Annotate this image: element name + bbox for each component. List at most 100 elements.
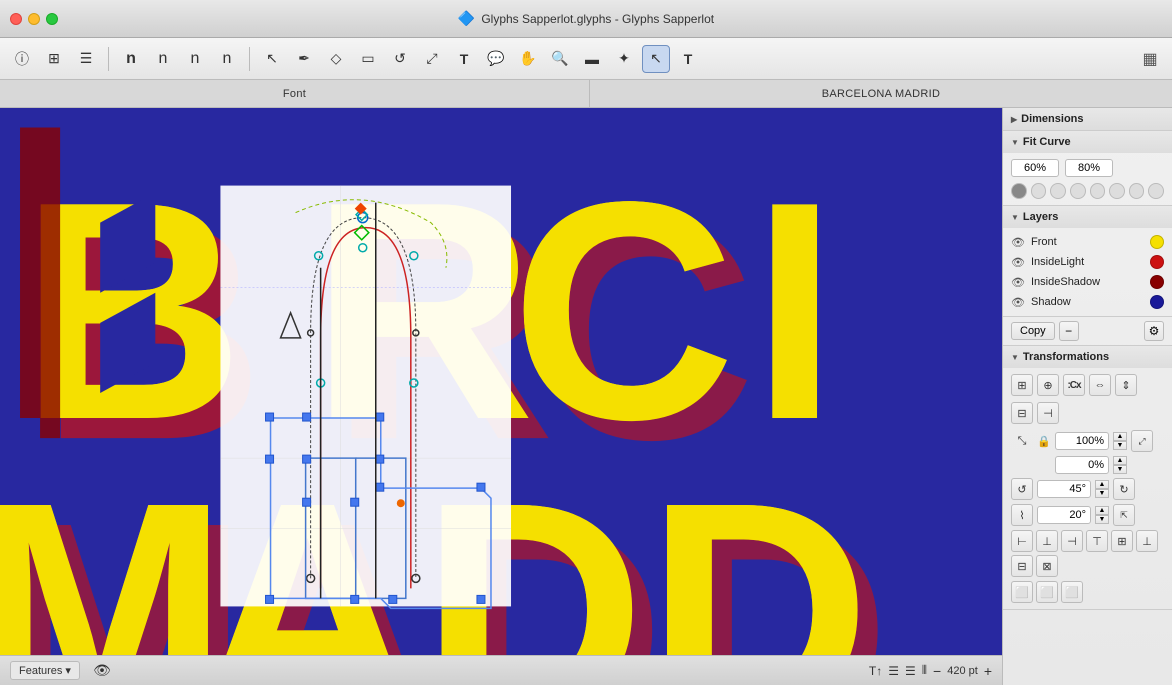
canvas-area[interactable]: B B B R R R C C C I M M M A A A D D D xyxy=(0,108,1002,685)
layers-header[interactable]: ▼ Layers xyxy=(1003,206,1172,228)
dimensions-header[interactable]: ▶ Dimensions xyxy=(1003,108,1172,130)
align-top-btn[interactable]: ⊤ xyxy=(1086,530,1108,552)
close-button[interactable] xyxy=(10,13,22,25)
lock-icon[interactable]: 🔒 xyxy=(1037,434,1051,448)
slant-icon[interactable]: ⌇ xyxy=(1011,504,1033,526)
scale-y-down[interactable]: ▼ xyxy=(1113,465,1127,474)
type-tool2[interactable]: T xyxy=(674,45,702,73)
transform-icons-row2: ⊟ ⊣ xyxy=(1011,402,1164,424)
scale-y-stepper[interactable]: ▲ ▼ xyxy=(1113,456,1127,474)
fit-curve-input2[interactable] xyxy=(1065,159,1113,177)
fit-dot-7[interactable] xyxy=(1129,183,1145,199)
fit-dot-2[interactable] xyxy=(1031,183,1047,199)
slant-input[interactable] xyxy=(1037,506,1091,524)
minus-zoom[interactable]: − xyxy=(933,663,941,679)
distribute-v-btn[interactable]: ⊠ xyxy=(1036,555,1058,577)
ruler-tool[interactable]: ▬ xyxy=(578,45,606,73)
align-bottom-btn[interactable]: ⊥ xyxy=(1136,530,1158,552)
transform-distribute-h[interactable]: ⊞ xyxy=(1011,374,1033,396)
rotate-down[interactable]: ▼ xyxy=(1095,489,1109,498)
undo-tool[interactable]: ↺ xyxy=(386,45,414,73)
rotate-up[interactable]: ▲ xyxy=(1095,480,1109,489)
rotate-cw-icon[interactable]: ↻ xyxy=(1113,478,1135,500)
info-tool[interactable]: ⓘ xyxy=(8,45,36,73)
scale-y-input[interactable] xyxy=(1055,456,1109,474)
layer-eye-insideshadow[interactable]: 👁 xyxy=(1011,275,1025,289)
copy-layer-button[interactable]: Copy xyxy=(1011,322,1055,340)
transform-distribute-v[interactable]: ⊟ xyxy=(1011,402,1033,424)
hand-tool[interactable]: ✋ xyxy=(514,45,542,73)
slant-apply-icon[interactable]: ⇱ xyxy=(1113,504,1135,526)
glyph-n1[interactable]: n xyxy=(117,45,145,73)
slant-stepper[interactable]: ▲ ▼ xyxy=(1095,506,1109,524)
transform-center[interactable]: ⊕ xyxy=(1037,374,1059,396)
fit-dot-6[interactable] xyxy=(1109,183,1125,199)
layer-insideshadow[interactable]: 👁 InsideShadow xyxy=(1003,272,1172,292)
layer-eye-front[interactable]: 👁 xyxy=(1011,235,1025,249)
select-tool[interactable]: ↖ xyxy=(258,45,286,73)
speech-tool[interactable]: 💬 xyxy=(482,45,510,73)
align-middle-btn[interactable]: ⊞ xyxy=(1111,530,1133,552)
transform-flip-v[interactable]: ⇕ xyxy=(1115,374,1137,396)
layer-eye-shadow[interactable]: 👁 xyxy=(1011,295,1025,309)
rect-tool[interactable]: ▭ xyxy=(354,45,382,73)
maximize-button[interactable] xyxy=(46,13,58,25)
glyph-n2[interactable]: n xyxy=(149,45,177,73)
layer-eye-insidelight[interactable]: 👁 xyxy=(1011,255,1025,269)
sidebar-toggle[interactable]: ▦ xyxy=(1136,45,1164,73)
fit-dot-5[interactable] xyxy=(1090,183,1106,199)
align-left-btn[interactable]: ⊢ xyxy=(1011,530,1033,552)
gear-layer-button[interactable]: ⚙ xyxy=(1144,321,1164,341)
resize-tool[interactable]: ⤢ xyxy=(418,45,446,73)
mirror-v-btn[interactable]: ⬜ xyxy=(1036,581,1058,603)
tab-font[interactable]: Font xyxy=(0,80,590,107)
scale-y-up[interactable]: ▲ xyxy=(1113,456,1127,465)
layer-name-front: Front xyxy=(1031,236,1144,248)
transformations-header[interactable]: ▼ Transformations xyxy=(1003,346,1172,368)
rotate-stepper[interactable]: ▲ ▼ xyxy=(1095,480,1109,498)
rotate-input[interactable] xyxy=(1037,480,1091,498)
rotate-ccw-icon[interactable]: ↺ xyxy=(1011,478,1033,500)
layer-insidelight[interactable]: 👁 InsideLight xyxy=(1003,252,1172,272)
scale-x-up[interactable]: ▲ xyxy=(1113,432,1127,441)
reset-btn[interactable]: ⬜ xyxy=(1061,581,1083,603)
list-tool[interactable]: ☰ xyxy=(72,45,100,73)
align-right-btn[interactable]: ⊣ xyxy=(1061,530,1083,552)
transform-flip-h[interactable]: ⇔ xyxy=(1089,374,1111,396)
distribute-h-btn[interactable]: ⊟ xyxy=(1011,555,1033,577)
scale-x-down[interactable]: ▼ xyxy=(1113,441,1127,450)
layer-front[interactable]: 👁 Front xyxy=(1003,232,1172,252)
layer-shadow[interactable]: 👁 Shadow xyxy=(1003,292,1172,312)
fit-curve-content xyxy=(1003,153,1172,205)
align-center-btn[interactable]: ⊥ xyxy=(1036,530,1058,552)
slant-down[interactable]: ▼ xyxy=(1095,515,1109,524)
scale-x-stepper[interactable]: ▲ ▼ xyxy=(1113,432,1127,450)
text-tool[interactable]: T xyxy=(450,45,478,73)
fit-dot-4[interactable] xyxy=(1070,183,1086,199)
eraser-tool[interactable]: ◇ xyxy=(322,45,350,73)
plus-zoom[interactable]: + xyxy=(984,663,992,679)
fit-dot-8[interactable] xyxy=(1148,183,1164,199)
fit-curve-header[interactable]: ▼ Fit Curve xyxy=(1003,131,1172,153)
glyph-n4[interactable]: n xyxy=(213,45,241,73)
fit-dot-3[interactable] xyxy=(1050,183,1066,199)
fit-dot-1[interactable] xyxy=(1011,183,1027,199)
transform-cx[interactable]: :Cx xyxy=(1063,374,1085,396)
tab-barcelona[interactable]: BARCELONA MADRID xyxy=(590,80,1172,107)
minus-layer-button[interactable]: − xyxy=(1059,321,1079,341)
minimize-button[interactable] xyxy=(28,13,40,25)
features-button[interactable]: Features ▾ xyxy=(10,661,80,680)
fit-curve-input1[interactable] xyxy=(1011,159,1059,177)
star-tool[interactable]: ✦ xyxy=(610,45,638,73)
zoom-tool[interactable]: 🔍 xyxy=(546,45,574,73)
pen-tool[interactable]: ✒ xyxy=(290,45,318,73)
scale-apply-icon[interactable]: ⤢ xyxy=(1131,430,1153,452)
transform-align-left[interactable]: ⊣ xyxy=(1037,402,1059,424)
grid-tool[interactable]: ⊞ xyxy=(40,45,68,73)
slant-up[interactable]: ▲ xyxy=(1095,506,1109,515)
scale-x-input[interactable] xyxy=(1055,432,1109,450)
glyph-n3[interactable]: n xyxy=(181,45,209,73)
node-select-tool[interactable]: ↖ xyxy=(642,45,670,73)
eye-button[interactable]: 👁 xyxy=(88,657,116,685)
mirror-h-btn[interactable]: ⬜ xyxy=(1011,581,1033,603)
